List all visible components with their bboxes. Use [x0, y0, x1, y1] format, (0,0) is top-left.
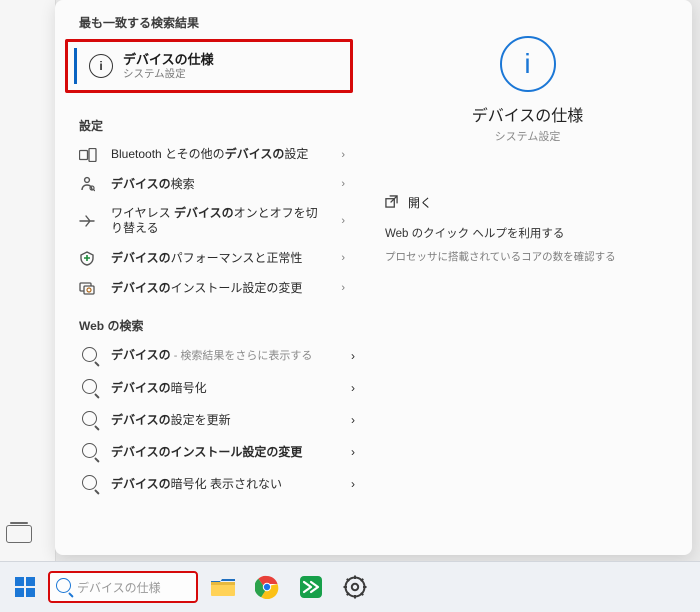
preview-info-icon: i	[500, 36, 556, 92]
chevron-right-icon: ›	[341, 252, 355, 264]
settings-button[interactable]	[336, 568, 374, 606]
chrome-button[interactable]	[248, 568, 286, 606]
task-view-icon	[6, 525, 32, 543]
gear-icon	[343, 575, 367, 599]
web-header: Web の検索	[55, 303, 363, 340]
chevron-right-icon: ›	[351, 477, 355, 491]
mobaxterm-button[interactable]	[292, 568, 330, 606]
chrome-icon	[255, 575, 279, 599]
taskbar: デバイスの仕様	[0, 561, 700, 612]
mobaxterm-icon	[299, 575, 323, 599]
settings-item-find-device[interactable]: デバイスの検索 ›	[55, 169, 363, 199]
bluetooth-devices-icon	[79, 148, 99, 162]
open-icon	[385, 195, 398, 211]
chevron-right-icon: ›	[341, 149, 355, 161]
chevron-right-icon: ›	[351, 445, 355, 459]
info-icon: i	[89, 54, 113, 78]
file-explorer-button[interactable]	[204, 568, 242, 606]
find-device-icon	[79, 176, 99, 192]
best-match-header: 最も一致する検索結果	[55, 0, 363, 37]
web-item[interactable]: デバイスのインストール設定の変更 ›	[55, 436, 363, 468]
taskbar-search-box[interactable]: デバイスの仕様	[48, 571, 198, 603]
preview-pane: i デバイスの仕様 システム設定 開く Web のクイック ヘルプを利用する プ…	[363, 0, 692, 555]
web-item-label: デバイスのインストール設定の変更	[111, 445, 339, 460]
settings-item-label: デバイスのインストール設定の変更	[111, 281, 329, 296]
web-item-label: デバイスの暗号化 表示されない	[111, 477, 339, 492]
settings-item-bluetooth[interactable]: Bluetooth とその他のデバイスの設定 ›	[55, 140, 363, 169]
best-match-title: デバイスの仕様	[123, 52, 214, 68]
search-icon	[79, 443, 99, 461]
results-column: 最も一致する検索結果 i デバイスの仕様 システム設定 設定 Bluetooth	[55, 0, 363, 555]
settings-item-label: デバイスのパフォーマンスと正常性	[111, 251, 329, 266]
web-item[interactable]: デバイスの - 検索結果をさらに表示する ›	[55, 340, 363, 372]
task-view-button[interactable]	[0, 515, 38, 553]
chevron-right-icon: ›	[351, 413, 355, 427]
chevron-right-icon: ›	[341, 282, 355, 294]
preview-title: デバイスの仕様	[363, 102, 692, 126]
web-item[interactable]: デバイスの暗号化 表示されない ›	[55, 468, 363, 500]
start-button[interactable]	[8, 570, 42, 604]
quick-help-header: Web のクイック ヘルプを利用する	[385, 225, 692, 241]
web-item-label: デバイスの暗号化	[111, 381, 339, 396]
chevron-right-icon: ›	[341, 215, 355, 227]
chevron-right-icon: ›	[351, 349, 355, 363]
settings-item-label: デバイスの検索	[111, 177, 329, 192]
chevron-right-icon: ›	[351, 381, 355, 395]
settings-item-install-change[interactable]: デバイスのインストール設定の変更 ›	[55, 273, 363, 303]
file-explorer-icon	[210, 576, 236, 598]
search-icon	[79, 411, 99, 429]
windows-logo-icon	[15, 577, 35, 597]
search-icon	[56, 578, 71, 597]
health-icon	[79, 250, 99, 266]
left-rail	[0, 0, 56, 563]
search-icon	[79, 379, 99, 397]
settings-item-health[interactable]: デバイスのパフォーマンスと正常性 ›	[55, 243, 363, 273]
open-label: 開く	[408, 194, 432, 211]
chevron-right-icon: ›	[341, 178, 355, 190]
web-item[interactable]: デバイスの暗号化 ›	[55, 372, 363, 404]
web-item-label: デバイスの - 検索結果をさらに表示する	[111, 348, 339, 364]
taskbar-search-value: デバイスの仕様	[77, 579, 161, 596]
settings-header: 設定	[55, 103, 363, 140]
install-settings-icon	[79, 280, 99, 296]
settings-item-airplane[interactable]: ワイヤレス デバイスのオンとオフを切り替える ›	[55, 199, 363, 243]
search-icon	[79, 347, 99, 365]
preview-subtitle: システム設定	[363, 128, 692, 144]
settings-item-label: ワイヤレス デバイスのオンとオフを切り替える	[111, 206, 329, 236]
web-item-label: デバイスの設定を更新	[111, 413, 339, 428]
web-item[interactable]: デバイスの設定を更新 ›	[55, 404, 363, 436]
best-match-subtitle: システム設定	[123, 68, 214, 81]
airplane-icon	[79, 213, 99, 229]
search-icon	[79, 475, 99, 493]
settings-item-label: Bluetooth とその他のデバイスの設定	[111, 147, 329, 162]
best-match-highlight[interactable]: i デバイスの仕様 システム設定	[65, 39, 353, 93]
search-flyout: 最も一致する検索結果 i デバイスの仕様 システム設定 設定 Bluetooth	[55, 0, 692, 555]
open-button[interactable]: 開く	[385, 194, 692, 211]
quick-help-item[interactable]: プロセッサに搭載されているコアの数を確認する	[385, 249, 692, 264]
